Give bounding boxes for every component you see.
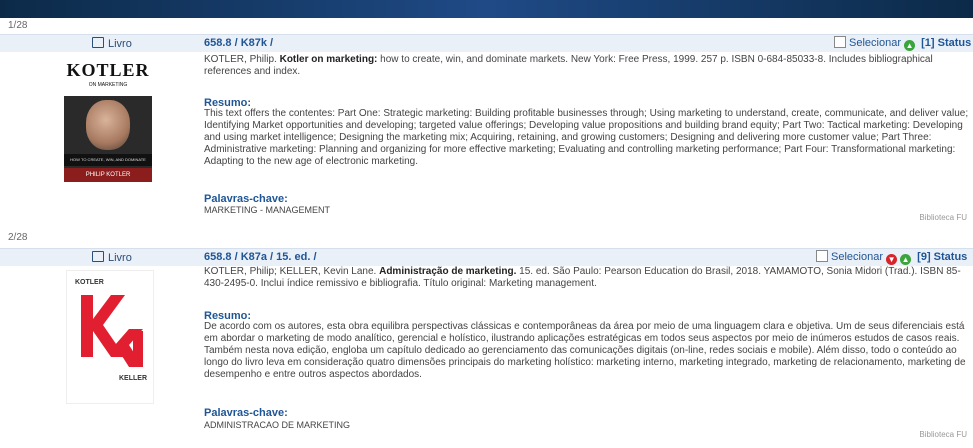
library-name: Biblioteca FU: [919, 430, 967, 439]
book-icon: [92, 37, 104, 48]
title: Administração de marketing.: [379, 266, 517, 277]
cover-tagline: HOW TO CREATE, WIN, AND DOMINATE MARKETS: [64, 154, 152, 174]
material-type: Livro: [92, 37, 132, 50]
status-link[interactable]: [9] Status: [917, 251, 967, 263]
bibliographic-description: KOTLER, Philip. Kotler on marketing: how…: [204, 54, 969, 78]
abstract-text: De acordo com os autores, esta obra equi…: [204, 321, 966, 380]
select-checkbox[interactable]: [834, 36, 846, 48]
material-type-label: Livro: [108, 252, 132, 264]
record-header: Livro 658.8 / K87k / Selecionar ▲ [1] St…: [0, 34, 973, 52]
book-cover-image[interactable]: KOTLER ON MARKETING HOW TO CREATE, WIN, …: [64, 60, 152, 182]
select-label: Selecionar: [831, 251, 883, 263]
author: KOTLER, Philip; KELLER, Kevin Lane.: [204, 266, 377, 277]
author-photo: [86, 100, 130, 150]
record-counter: 2/28: [8, 232, 28, 243]
call-number-link[interactable]: 658.8 / K87a / 15. ed. /: [204, 251, 317, 263]
keywords-link[interactable]: ADMINISTRACAO DE MARKETING: [204, 420, 350, 430]
record-header: Livro 658.8 / K87a / 15. ed. / Seleciona…: [0, 248, 973, 266]
bibliographic-description: KOTLER, Philip; KELLER, Kevin Lane. Admi…: [204, 266, 969, 290]
available-status-icon[interactable]: ▲: [904, 40, 916, 51]
library-name: Biblioteca FU: [919, 213, 967, 222]
keywords-link[interactable]: MARKETING - MANAGEMENT: [204, 205, 330, 215]
keywords-label: Palavras-chave:: [204, 193, 288, 205]
cover-title: KOTLER: [64, 60, 152, 96]
abstract-text: This text offers the contentes: Part One…: [204, 108, 969, 167]
select-label: Selecionar: [849, 37, 901, 49]
author: KOTLER, Philip.: [204, 54, 277, 65]
cover-author-bottom: KELLER: [119, 375, 147, 382]
material-type-label: Livro: [108, 38, 132, 50]
status-link[interactable]: [1] Status: [921, 37, 971, 49]
record-counter: 1/28: [8, 20, 28, 31]
call-number-link[interactable]: 658.8 / K87k /: [204, 37, 273, 49]
cover-subtitle: ON MARKETING: [88, 82, 128, 88]
keywords-label: Palavras-chave:: [204, 407, 288, 419]
select-area: Selecionar ▼ ▲ [9] Status: [816, 250, 967, 265]
cover-k-logo: [81, 295, 143, 367]
available-status-icon[interactable]: ▲: [900, 254, 912, 265]
select-area: Selecionar ▲ [1] Status: [834, 36, 971, 51]
cover-author: PHILIP KOTLER: [64, 168, 152, 182]
title: Kotler on marketing:: [279, 54, 378, 65]
top-banner: [0, 0, 973, 18]
material-type: Livro: [92, 251, 132, 264]
select-checkbox[interactable]: [816, 250, 828, 262]
unavailable-status-icon[interactable]: ▼: [886, 254, 898, 265]
book-cover-image[interactable]: KOTLER KELLER: [66, 270, 154, 404]
book-icon: [92, 251, 104, 262]
